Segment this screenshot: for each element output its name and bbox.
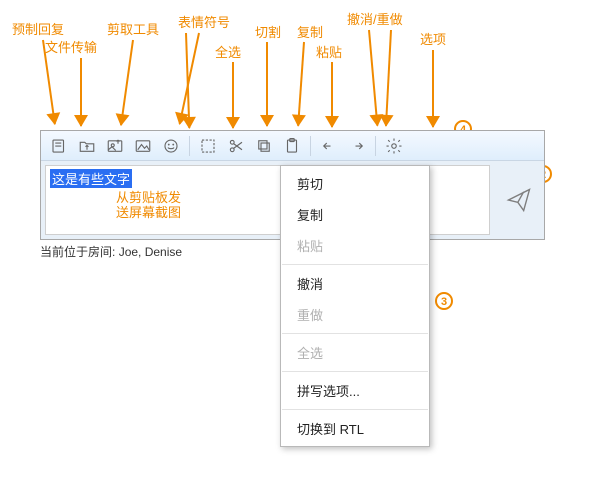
menu-divider: [282, 264, 428, 265]
arrow-options: [432, 50, 434, 127]
paper-plane-icon: [505, 186, 533, 214]
menu-item-redo[interactable]: 重做: [281, 299, 429, 330]
context-menu: 剪切 复制 粘贴 撤消 重做 全选 拼写选项... 切换到 RTL: [280, 165, 430, 447]
redo-icon: [348, 137, 366, 155]
status-prefix: 当前位于房间:: [40, 245, 115, 259]
arrow-redo: [385, 30, 392, 126]
annotation-options: 选项: [420, 32, 446, 47]
clipboard-screenshot-button[interactable]: [101, 133, 129, 159]
menu-divider: [282, 371, 428, 372]
cut-button[interactable]: [222, 133, 250, 159]
annotation-cut: 切割: [255, 25, 281, 40]
folder-upload-icon: [78, 137, 96, 155]
arrow-file-transfer: [80, 58, 82, 126]
arrow-copy: [297, 42, 305, 126]
arrow-select-all: [232, 62, 234, 128]
menu-item-cut[interactable]: 剪切: [281, 168, 429, 199]
copy-button[interactable]: [250, 133, 278, 159]
annotation-emoji: 表情符号: [178, 15, 230, 30]
copy-icon: [255, 137, 273, 155]
status-room-name: Joe, Denise: [119, 245, 182, 259]
paste-button[interactable]: [278, 133, 306, 159]
annotation-copy: 复制: [297, 25, 323, 40]
canned-reply-button[interactable]: [45, 133, 73, 159]
scissors-icon: [227, 137, 245, 155]
file-transfer-button[interactable]: [73, 133, 101, 159]
marker-3: 3: [435, 292, 453, 310]
annotation-canned-reply: 预制回复: [12, 22, 64, 37]
emoji-button[interactable]: [157, 133, 185, 159]
image-upload-icon: [106, 137, 124, 155]
undo-button[interactable]: [315, 133, 343, 159]
arrow-undo: [368, 30, 378, 126]
arrow-paste: [331, 62, 333, 127]
menu-item-spelling[interactable]: 拼写选项...: [281, 375, 429, 406]
redo-button[interactable]: [343, 133, 371, 159]
menu-item-rtl[interactable]: 切换到 RTL: [281, 413, 429, 444]
select-all-button[interactable]: [194, 133, 222, 159]
speech-page-icon: [50, 137, 68, 155]
toolbar-separator: [189, 136, 190, 156]
menu-item-select-all[interactable]: 全选: [281, 337, 429, 368]
gear-icon: [385, 137, 403, 155]
annotation-clipboard-shot-l2: 送屏幕截图: [116, 205, 181, 220]
arrow-clip-tool: [120, 40, 134, 125]
annotation-clip-tool: 剪取工具: [107, 22, 159, 37]
undo-icon: [320, 137, 338, 155]
status-bar: 当前位于房间: Joe, Denise: [40, 243, 182, 260]
selected-text: 这是有些文字: [50, 169, 132, 188]
options-button[interactable]: [380, 133, 408, 159]
annotation-select-all: 全选: [215, 45, 241, 60]
mountain-snip-icon: [134, 137, 152, 155]
toolbar-separator: [310, 136, 311, 156]
menu-item-paste[interactable]: 粘贴: [281, 230, 429, 261]
annotation-undo-redo: 撤消/重做: [347, 12, 403, 27]
smile-icon: [162, 137, 180, 155]
toolbar: [41, 131, 544, 161]
menu-divider: [282, 409, 428, 410]
menu-divider: [282, 333, 428, 334]
menu-item-undo[interactable]: 撤消: [281, 268, 429, 299]
send-button[interactable]: [494, 161, 544, 239]
annotation-paste: 粘贴: [316, 45, 342, 60]
annotation-clipboard-shot-l1: 从剪贴板发: [116, 190, 181, 205]
arrow-cut: [266, 42, 268, 126]
paste-icon: [283, 137, 301, 155]
menu-item-copy[interactable]: 复制: [281, 199, 429, 230]
toolbar-separator: [375, 136, 376, 156]
annotation-file-transfer: 文件传输: [45, 40, 97, 55]
snip-tool-button[interactable]: [129, 133, 157, 159]
select-all-icon: [199, 137, 217, 155]
